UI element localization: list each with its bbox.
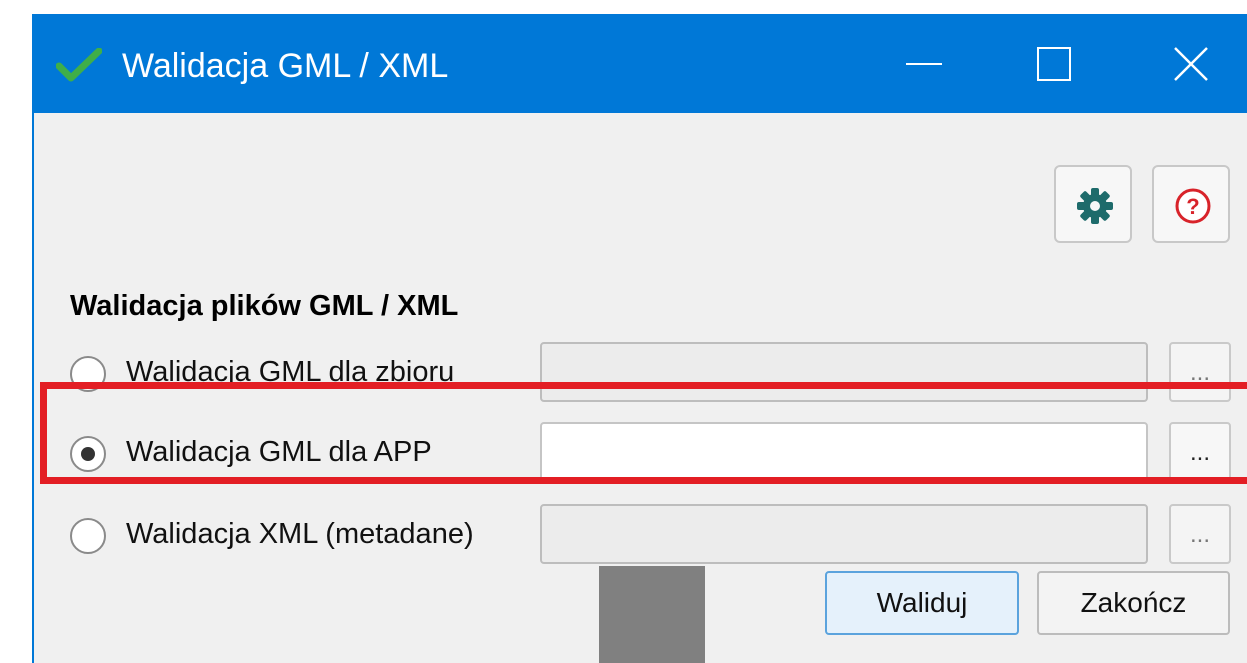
browse-button-xml-metadata[interactable]: ... (1169, 504, 1231, 564)
check-icon (55, 47, 103, 82)
path-field-gml-app[interactable] (540, 422, 1148, 482)
help-button[interactable]: ? (1152, 165, 1230, 243)
option-row-app: Walidacja GML dla APP ... (34, 422, 1247, 484)
close-icon (1174, 47, 1208, 81)
option-row-metadata: Walidacja XML (metadane) ... (34, 504, 1247, 566)
radio-xml-metadata[interactable] (70, 518, 106, 554)
close-button[interactable]: Zakończ (1037, 571, 1230, 635)
browse-button-gml-app[interactable]: ... (1169, 422, 1231, 482)
option-label-xml-metadata: Walidacja XML (metadane) (126, 518, 474, 550)
window-title: Walidacja GML / XML (122, 47, 449, 85)
option-row-dataset: Walidacja GML dla zbioru ... (34, 342, 1247, 404)
help-symbol: ? (1186, 194, 1199, 219)
option-label-gml-dataset: Walidacja GML dla zbioru (126, 356, 455, 388)
close-window-button[interactable] (1146, 14, 1236, 113)
browse-button-gml-dataset[interactable]: ... (1169, 342, 1231, 402)
minimize-button[interactable] (879, 14, 969, 113)
radio-gml-app[interactable] (70, 436, 106, 472)
settings-button[interactable] (1054, 165, 1132, 243)
option-label-gml-app: Walidacja GML dla APP (126, 436, 432, 468)
gear-icon (1077, 188, 1113, 224)
maximize-icon (1037, 47, 1071, 81)
radio-gml-dataset[interactable] (70, 356, 106, 392)
help-icon: ? (1175, 188, 1211, 224)
maximize-button[interactable] (1009, 14, 1099, 113)
title-bar[interactable]: Walidacja GML / XML (34, 14, 1247, 113)
minimize-icon (906, 63, 942, 65)
redacted-block (599, 566, 705, 663)
section-title: Walidacja plików GML / XML (70, 290, 459, 322)
path-field-gml-dataset[interactable] (540, 342, 1148, 402)
validation-dialog: Walidacja GML / XML ? Walidacja plików G… (32, 14, 1247, 663)
validate-button[interactable]: Waliduj (825, 571, 1019, 635)
path-field-xml-metadata[interactable] (540, 504, 1148, 564)
